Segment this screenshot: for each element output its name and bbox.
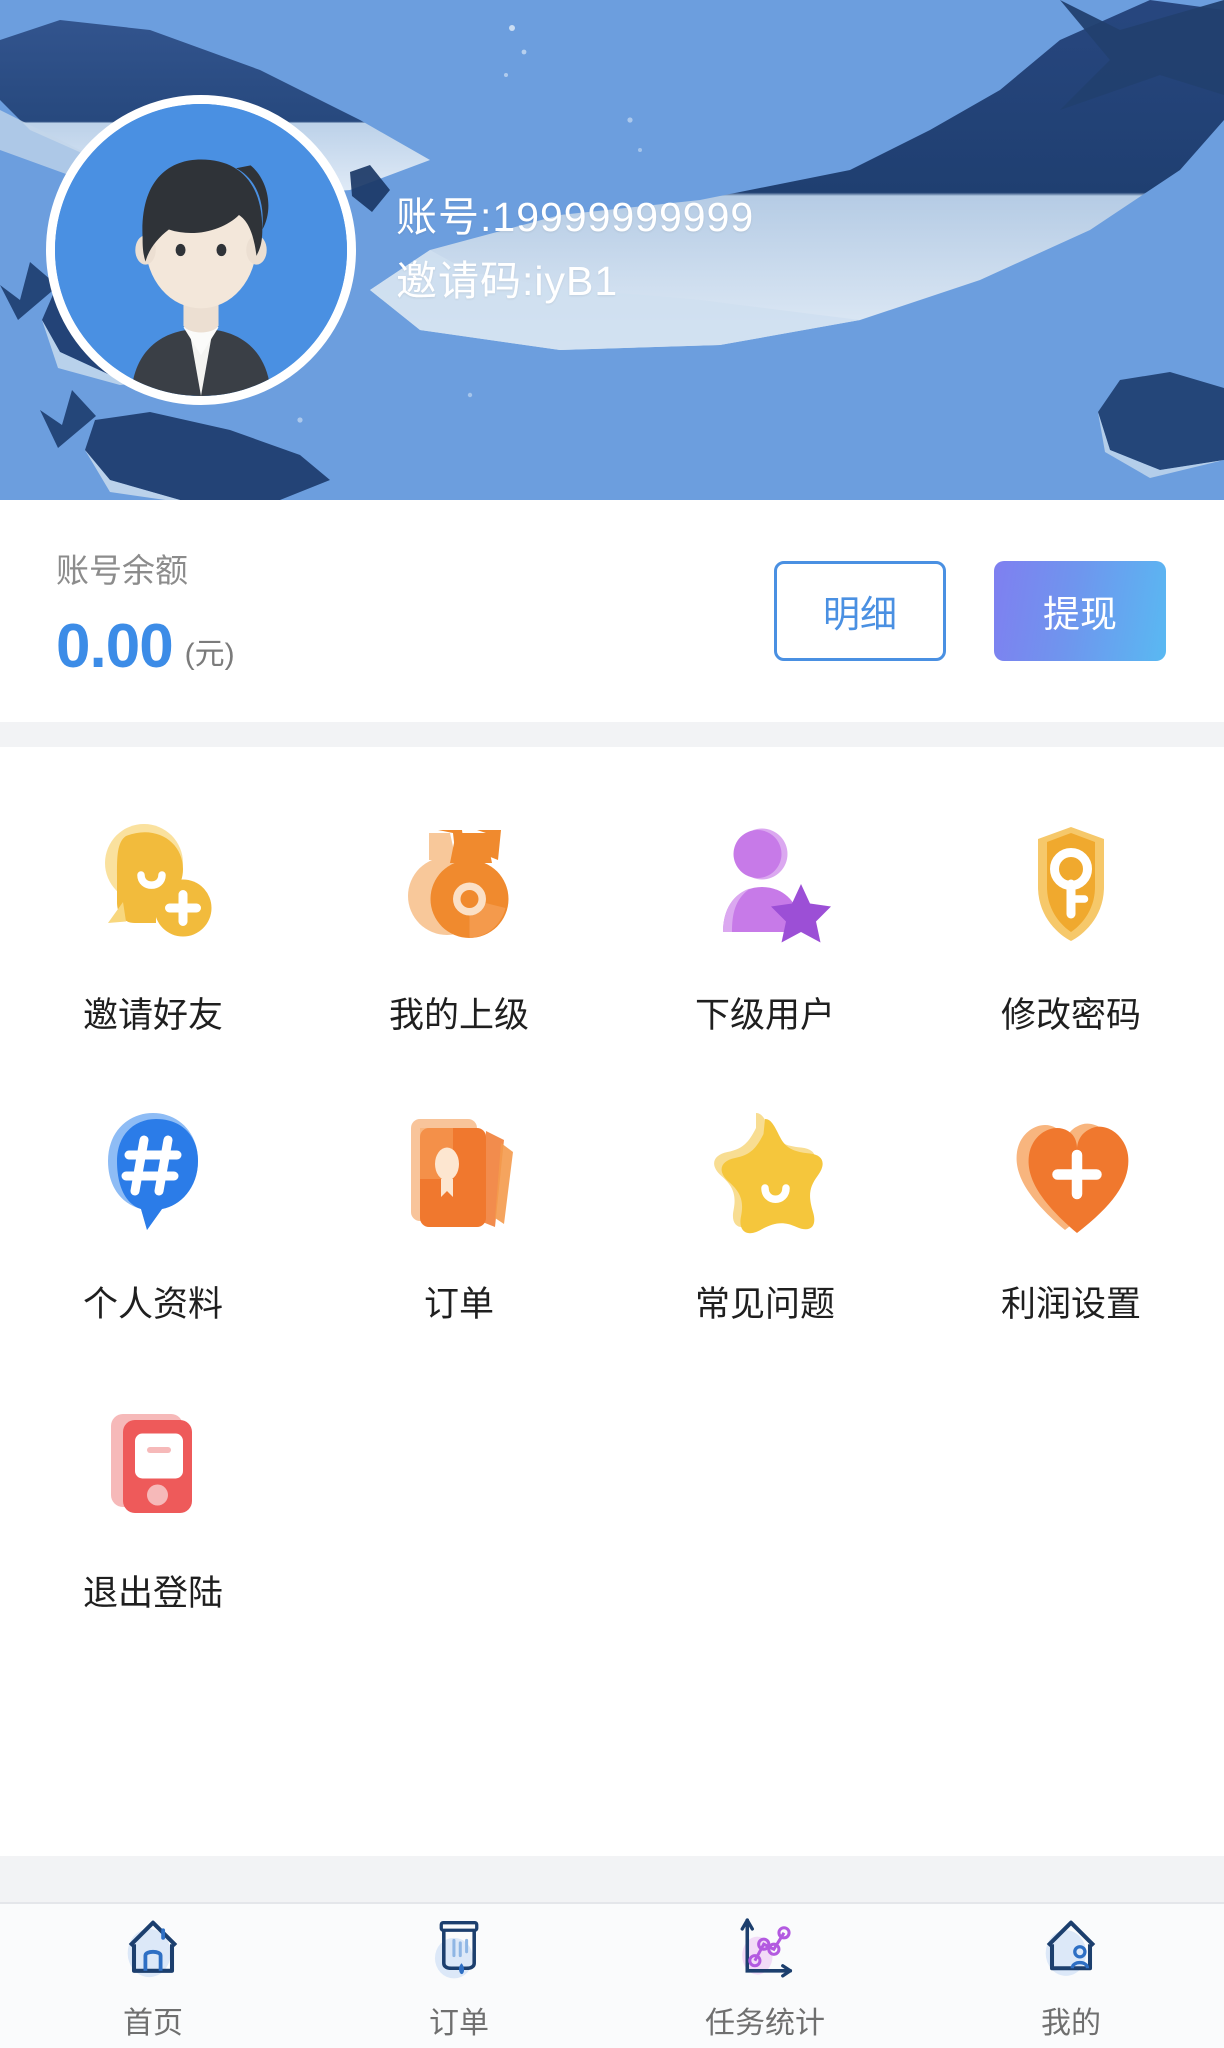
menu-item-label: 下级用户 (694, 996, 835, 1035)
balance-card: 账号余额 0.00 (元) 明细 提现 (0, 500, 1224, 722)
order-cards-icon (411, 1119, 513, 1227)
tab-label: 订单 (429, 2007, 489, 2040)
tab-label: 我的 (1041, 2007, 1101, 2040)
menu-item-order[interactable]: 订单 (306, 1076, 612, 1337)
invite-friends-icon (105, 824, 212, 937)
tab-home[interactable]: 首页 (0, 1904, 306, 2048)
menu-grid: 邀请好友 我的上级 下级用户 修改密码 个人资料 订单 常见问题 利润设置 退出… (0, 787, 1224, 1626)
tab-profile[interactable]: 我的 (918, 1904, 1224, 2048)
balance-label: 账号余额 (56, 552, 188, 589)
balance-info: 账号余额 0.00 (元) (56, 544, 235, 678)
shield-key-icon (1038, 827, 1104, 941)
invite-code: 邀请码:iyB1 (396, 258, 619, 304)
bottom-spacer (0, 1856, 1224, 1902)
account-info: 账号:19999999999 邀请码:iyB1 (396, 186, 754, 313)
profile-icon (1045, 1920, 1096, 1976)
logout-device-icon (111, 1414, 192, 1513)
balance-amount: 0.00 (56, 612, 174, 681)
menu-item-my-superior[interactable]: 我的上级 (306, 787, 612, 1048)
menu-item-label: 修改密码 (1000, 996, 1141, 1035)
menu-item-label: 利润设置 (1000, 1285, 1141, 1324)
avatar-illustration (55, 104, 347, 396)
balance-actions: 明细 提现 (774, 561, 1166, 661)
tab-label: 首页 (123, 2007, 183, 2040)
account-number: 账号:19999999999 (396, 194, 755, 241)
detail-button[interactable]: 明细 (774, 561, 946, 661)
heart-plus-icon (1016, 1123, 1129, 1233)
menu-item-label: 常见问题 (694, 1285, 835, 1324)
menu-item-label: 订单 (423, 1285, 494, 1324)
balance-value-row: 0.00 (元) (56, 616, 235, 678)
menu-item-label: 退出登陆 (82, 1574, 223, 1613)
section-divider (0, 722, 1224, 747)
menu-item-faq[interactable]: 常见问题 (612, 1076, 918, 1337)
menu-item-subordinate-users[interactable]: 下级用户 (612, 787, 918, 1048)
menu-grid-section: 邀请好友 我的上级 下级用户 修改密码 个人资料 订单 常见问题 利润设置 退出… (0, 747, 1224, 1856)
bottom-tab-bar: 首页 订单 任务统计 我的 (0, 1902, 1224, 2048)
tab-order[interactable]: 订单 (306, 1904, 612, 2048)
avatar[interactable] (46, 95, 356, 405)
tab-label: 任务统计 (705, 2007, 825, 2040)
menu-item-change-password[interactable]: 修改密码 (918, 787, 1224, 1048)
menu-item-profit-settings[interactable]: 利润设置 (918, 1076, 1224, 1337)
menu-item-personal-profile[interactable]: 个人资料 (0, 1076, 306, 1337)
tab-statistics[interactable]: 任务统计 (612, 1904, 918, 2048)
balance-unit: (元) (184, 638, 235, 671)
profile-header: 账号:19999999999 邀请码:iyB1 (0, 0, 1224, 500)
star-icon (714, 1113, 823, 1234)
menu-item-label: 我的上级 (388, 996, 529, 1035)
profile-hash-icon (108, 1113, 198, 1230)
withdraw-button[interactable]: 提现 (994, 561, 1166, 661)
menu-item-label: 个人资料 (82, 1285, 223, 1324)
statistics-icon (740, 1918, 793, 1978)
menu-item-logout[interactable]: 退出登陆 (0, 1365, 306, 1626)
menu-item-label: 邀请好友 (82, 996, 223, 1035)
medal-icon (408, 830, 509, 938)
app-root: 账号:19999999999 邀请码:iyB1 账号余额 0.00 (元) 明细… (0, 0, 1224, 2048)
menu-item-invite-friends[interactable]: 邀请好友 (0, 787, 306, 1048)
order-icon (434, 1921, 479, 1979)
home-icon (127, 1920, 178, 1978)
user-star-icon (723, 828, 831, 943)
